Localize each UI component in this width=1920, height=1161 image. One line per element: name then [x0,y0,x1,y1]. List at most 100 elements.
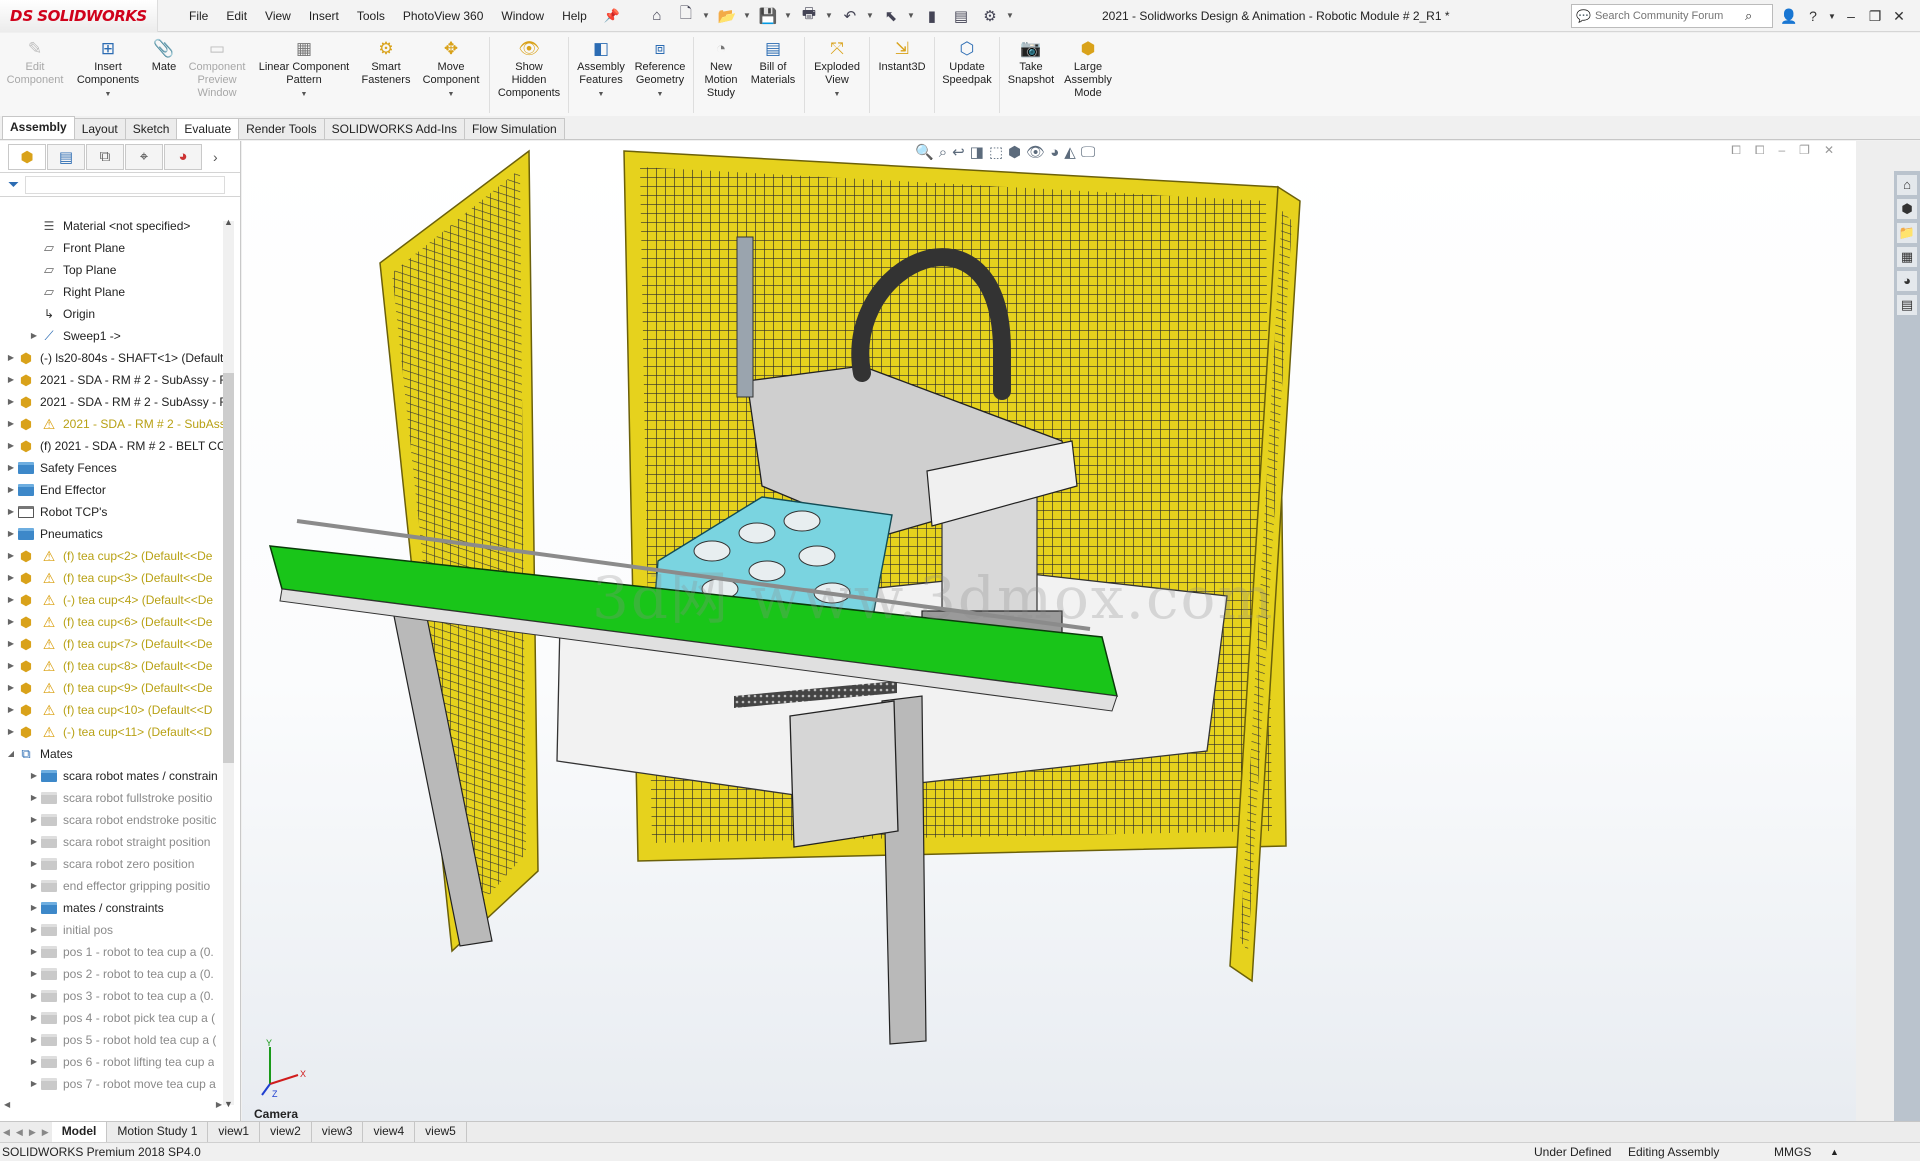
move-component-button[interactable]: ✥ Move Component ▼ [416,37,486,116]
expand-arrow-icon[interactable]: ▶ [28,787,40,809]
tree-item[interactable]: ▶ scara robot zero position [0,853,226,875]
tree-item[interactable]: ▶ ⬢ ⚠ (-) tea cup<4> (Default<<De [0,589,226,611]
tree-item[interactable]: ▶ ⬢ ⚠ (f) tea cup<8> (Default<<De [0,655,226,677]
menu-help[interactable]: Help [553,0,596,32]
viewport-collapse-icon[interactable]: ⧠ [1731,143,1741,158]
tree-item[interactable]: ▶ ⬢ ⚠ (f) tea cup<6> (Default<<De [0,611,226,633]
search-input[interactable] [1594,10,1745,22]
viewport-split-icon[interactable]: ⧠ [1755,143,1765,158]
view-orientation-icon[interactable]: ⬚ [989,143,1003,161]
tree-item[interactable]: ▶ ⬢ ⚠ (f) tea cup<2> (Default<<De [0,545,226,567]
expand-arrow-icon[interactable]: ▶ [5,479,17,501]
scroll-left-icon[interactable]: ◀ [4,1100,10,1109]
filter-input[interactable] [25,175,226,194]
tree-item[interactable]: ▶ Robot TCP's [0,501,226,523]
tree-horizontal-scrollbar[interactable]: ◀ ▶ [0,1100,226,1109]
tree-item[interactable]: ▶ ⬢ ⚠ 2021 - SDA - RM # 2 - SubAss [0,413,226,435]
expand-arrow-icon[interactable]: ▶ [5,589,17,611]
tree-item[interactable]: ☰ Material <not specified> [0,215,226,237]
expand-arrow-icon[interactable]: ▶ [28,985,40,1007]
expand-arrow-icon[interactable]: ▶ [28,963,40,985]
tree-item[interactable]: ▶ end effector gripping positio [0,875,226,897]
tree-item[interactable]: ▶ mates / constraints [0,897,226,919]
tab-scroll-last-icon[interactable]: ▶ [39,1127,52,1138]
design-library-icon[interactable]: ⬢ [1897,199,1917,219]
expand-arrow-icon[interactable]: ▶ [5,677,17,699]
options-dropdown-icon[interactable]: ▼ [1006,11,1015,20]
tree-item[interactable]: ▶ pos 5 - robot hold tea cup a ( [0,1029,226,1051]
chevron-down-icon[interactable]: ▼ [448,88,455,101]
tree-item[interactable]: ▶ ⬢ 2021 - SDA - RM # 2 - SubAssy - F [0,369,226,391]
component-preview-window-button[interactable]: ▭ Component Preview Window [182,37,252,116]
collapse-arrow-icon[interactable]: ◢ [5,743,17,765]
mate-button[interactable]: 📎 Mate [146,37,182,116]
show-hidden-components-button[interactable]: 👁 Show Hidden Components [493,37,565,116]
tree-item[interactable]: ▶ pos 2 - robot to tea cup a (0. [0,963,226,985]
chevron-down-icon[interactable]: ▼ [105,88,112,101]
configuration-manager-tab-icon[interactable]: ⧉ [86,143,124,170]
insert-components-button[interactable]: ⊞ Insert Components ▼ [70,37,146,116]
tree-item[interactable]: ▶ ⬢ ⚠ (f) tea cup<9> (Default<<De [0,677,226,699]
tree-item[interactable]: ▶ scara robot fullstroke positio [0,787,226,809]
chevron-right-icon[interactable]: › [213,149,218,165]
expand-arrow-icon[interactable]: ▶ [5,391,17,413]
tree-item[interactable]: ▶ ⬢ ⚠ (f) tea cup<7> (Default<<De [0,633,226,655]
tree-item[interactable]: ▶ ⬢ (f) 2021 - SDA - RM # 2 - BELT CC [0,435,226,457]
tab-model[interactable]: Model [51,1122,108,1142]
new-document-icon[interactable]: 🗋 [673,4,699,28]
expand-arrow-icon[interactable]: ▶ [5,567,17,589]
expand-arrow-icon[interactable]: ▶ [5,369,17,391]
edit-appearance-icon[interactable]: ◕ [1050,144,1059,161]
help-dropdown-icon[interactable]: ▼ [1828,12,1836,21]
tab-scroll-left-icon[interactable]: ◀ [13,1127,26,1138]
viewport-close-icon[interactable]: ✕ [1824,143,1834,158]
tree-item[interactable]: ▶ End Effector [0,479,226,501]
close-icon[interactable]: ✕ [1890,8,1908,25]
open-folder-icon[interactable]: 📂 [714,4,740,28]
chevron-down-icon[interactable]: ▼ [834,88,841,101]
unit-system-button[interactable]: MMGS [1774,1143,1811,1161]
home-icon[interactable]: ⌂ [644,4,670,28]
viewport-minimize-icon[interactable]: – [1778,143,1785,158]
select-dropdown-icon[interactable]: ▼ [907,11,916,20]
previous-view-icon[interactable]: ↩ [952,143,965,161]
tree-item[interactable]: ▶ scara robot mates / constrain [0,765,226,787]
chevron-down-icon[interactable]: ▼ [657,88,664,101]
exploded-view-button[interactable]: ⤧ Exploded View ▼ [808,37,866,116]
file-explorer-icon[interactable]: 📁 [1897,223,1917,243]
tab-layout[interactable]: Layout [73,118,126,139]
tab-motion-study-1[interactable]: Motion Study 1 [107,1122,209,1142]
tab-evaluate[interactable]: Evaluate [176,118,240,139]
save-icon[interactable]: 💾 [755,4,781,28]
expand-arrow-icon[interactable]: ▶ [5,347,17,369]
new-dropdown-icon[interactable]: ▼ [702,11,711,20]
expand-arrow-icon[interactable]: ▶ [5,545,17,567]
tab-solidworks-addins[interactable]: SOLIDWORKS Add-Ins [323,118,465,139]
minimize-icon[interactable]: – [1842,8,1860,24]
tree-item[interactable]: ▶ pos 7 - robot move tea cup a [0,1073,226,1095]
tree-item[interactable]: ▱ Top Plane [0,259,226,281]
traffic-light-icon[interactable]: ▮ [919,4,945,28]
chevron-down-icon[interactable]: ▼ [301,88,308,101]
tab-view3[interactable]: view3 [311,1122,364,1142]
expand-arrow-icon[interactable]: ▶ [28,875,40,897]
new-motion-study-button[interactable]: ◔ New Motion Study [697,37,745,116]
take-snapshot-button[interactable]: 📷 Take Snapshot [1003,37,1059,116]
expand-arrow-icon[interactable]: ▶ [28,1073,40,1095]
view-palette-icon[interactable]: ▦ [1897,247,1917,267]
tree-item[interactable]: ▶ Safety Fences [0,457,226,479]
tree-item[interactable]: ▶ pos 3 - robot to tea cup a (0. [0,985,226,1007]
viewport-restore-icon[interactable]: ❐ [1799,143,1810,158]
expand-arrow-icon[interactable]: ▶ [28,1029,40,1051]
tree-item[interactable]: ▶ ⬢ (-) ls20-804s - SHAFT<1> (Default [0,347,226,369]
tree-item[interactable]: ▶ pos 1 - robot to tea cup a (0. [0,941,226,963]
expand-arrow-icon[interactable]: ▶ [5,721,17,743]
expand-arrow-icon[interactable]: ▶ [28,853,40,875]
unit-system-chevron-icon[interactable]: ▲ [1830,1143,1839,1161]
tree-item[interactable]: ▶ initial pos [0,919,226,941]
update-speedpak-button[interactable]: ⬡ Update Speedpak [938,37,996,116]
expand-arrow-icon[interactable]: ▶ [28,1007,40,1029]
expand-arrow-icon[interactable]: ▶ [5,699,17,721]
print-icon[interactable]: 🖶 [796,4,822,28]
menu-photoview[interactable]: PhotoView 360 [394,0,493,32]
